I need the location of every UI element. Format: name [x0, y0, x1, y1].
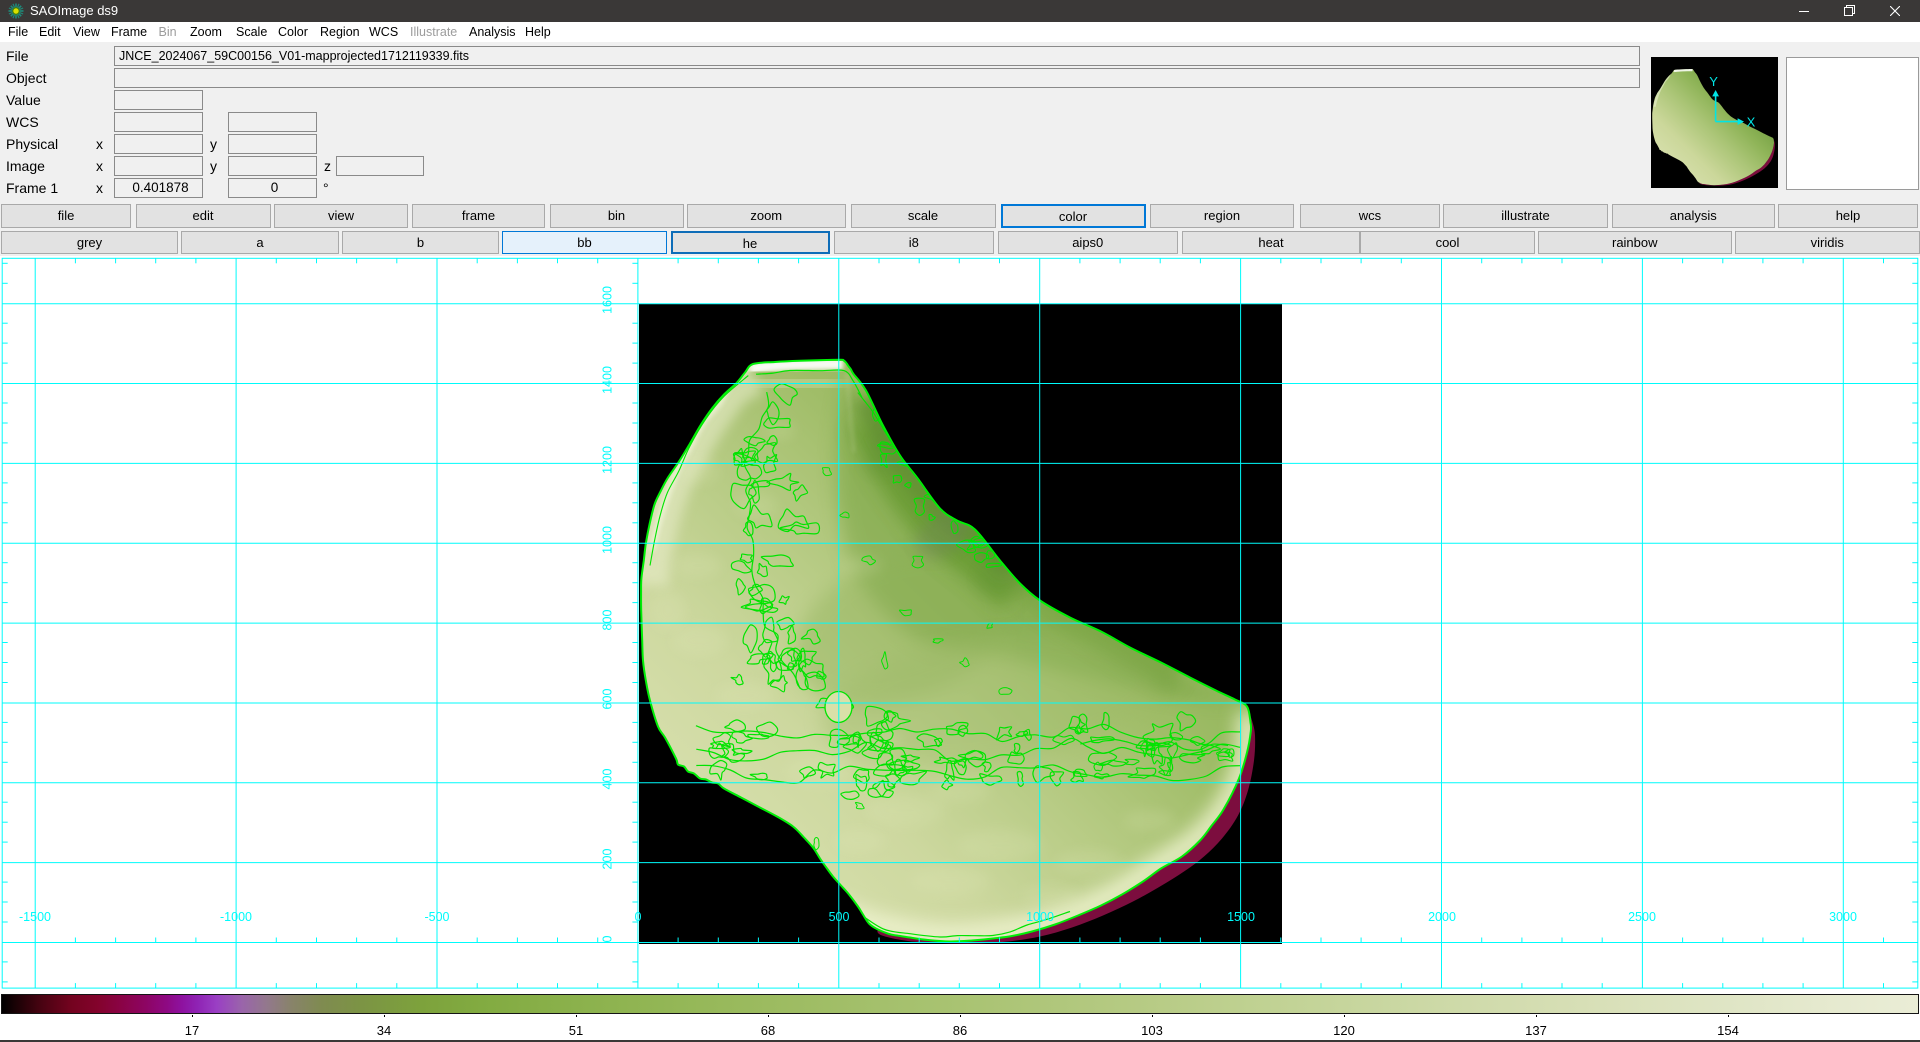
- svg-text:600: 600: [601, 688, 615, 709]
- svg-text:1000: 1000: [601, 526, 615, 554]
- svg-text:3000: 3000: [1829, 910, 1857, 924]
- svg-text:2500: 2500: [1628, 910, 1656, 924]
- svg-text:200: 200: [601, 848, 615, 869]
- svg-text:800: 800: [601, 609, 615, 630]
- svg-text:-1500: -1500: [19, 910, 51, 924]
- svg-text:1600: 1600: [601, 286, 615, 314]
- svg-text:400: 400: [601, 768, 615, 789]
- svg-text:Y: Y: [1709, 74, 1718, 89]
- svg-text:1500: 1500: [1227, 910, 1255, 924]
- svg-text:0: 0: [635, 910, 642, 924]
- svg-text:500: 500: [829, 910, 850, 924]
- svg-text:2000: 2000: [1428, 910, 1456, 924]
- svg-text:1400: 1400: [601, 366, 615, 394]
- svg-text:1200: 1200: [601, 446, 615, 474]
- svg-text:0: 0: [601, 935, 615, 942]
- svg-text:-500: -500: [424, 910, 449, 924]
- svg-text:1000: 1000: [1026, 910, 1054, 924]
- svg-text:-1000: -1000: [220, 910, 252, 924]
- svg-text:X: X: [1747, 115, 1756, 130]
